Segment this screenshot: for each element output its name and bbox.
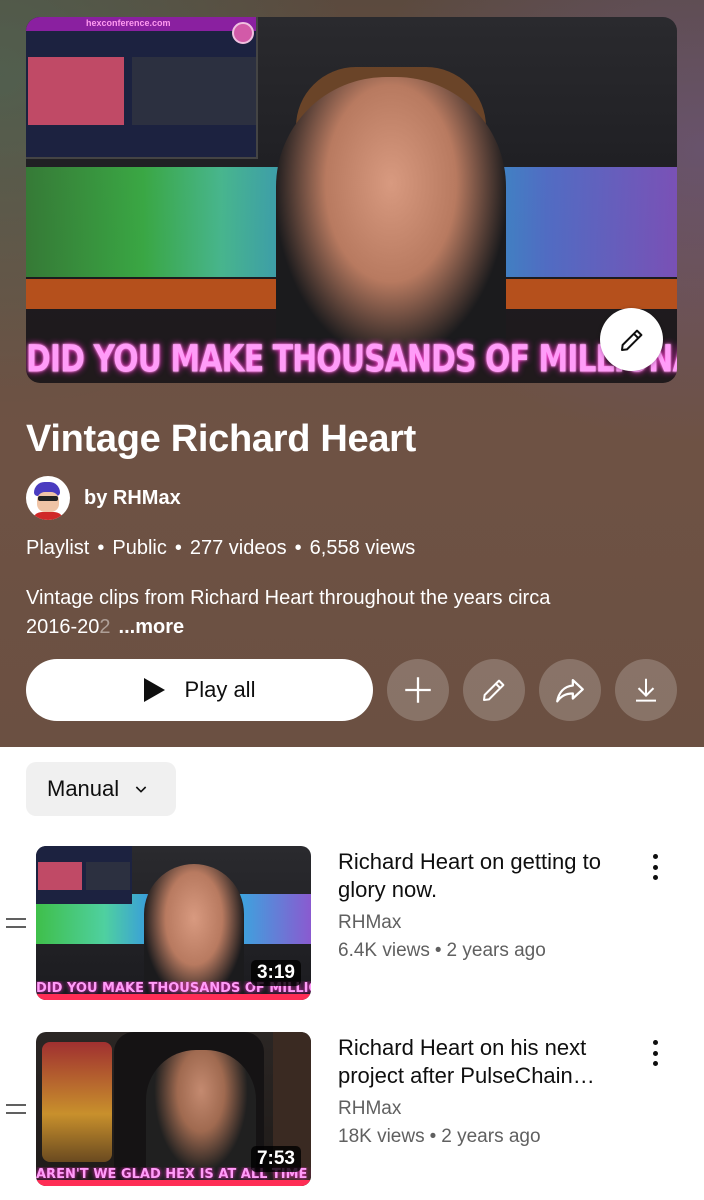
video-stats: 6.4K views • 2 years ago [338, 940, 546, 961]
edit-thumbnail-button[interactable] [600, 308, 663, 371]
hero-person [276, 77, 506, 357]
video-age: 2 years ago [441, 1126, 541, 1147]
drag-handle-icon[interactable] [6, 918, 26, 928]
video-age: 2 years ago [446, 940, 546, 961]
playlist-header: hexconference.com DID YOU MAKE THOUSANDS… [0, 0, 704, 747]
play-all-label: Play all [184, 677, 256, 702]
plus-icon [405, 677, 431, 703]
pencil-icon [620, 329, 642, 351]
hero-site-text: hexconference.com [86, 18, 171, 28]
duration-badge: 7:53 [250, 1146, 301, 1172]
video-channel: RHMax [338, 1098, 402, 1119]
download-button[interactable] [615, 659, 677, 721]
drag-handle-icon[interactable] [6, 1104, 26, 1114]
hero-inset-person-left [28, 57, 124, 125]
playlist-thumbnail[interactable]: hexconference.com DID YOU MAKE THOUSANDS… [26, 17, 677, 383]
add-to-button[interactable] [387, 659, 449, 721]
list-item[interactable]: DID YOU MAKE THOUSANDS OF MILLIONAIRES? … [0, 846, 704, 1006]
playlist-title: Vintage Richard Heart [26, 418, 417, 460]
download-icon [636, 678, 656, 702]
playlist-owner[interactable]: by RHMax [26, 476, 181, 520]
playlist-description[interactable]: Vintage clips from Richard Heart through… [26, 584, 626, 642]
video-title-text: Richard Heart on his next project after … [338, 1035, 595, 1088]
edit-playlist-button[interactable] [463, 659, 525, 721]
owner-name[interactable]: by RHMax [84, 487, 181, 510]
chevron-down-icon [135, 786, 147, 793]
video-count: 277 videos [189, 537, 287, 559]
playlist-type: Playlist [26, 537, 90, 559]
hero-caption: DID YOU MAKE THOUSANDS OF MILLIONAIRES? [26, 337, 677, 382]
play-icon [143, 678, 165, 702]
sort-dropdown[interactable]: Manual [26, 762, 176, 816]
hero-inset-video: hexconference.com [26, 17, 258, 159]
description-fade: 2 [99, 616, 111, 638]
playlist-meta: Playlist • Public • 277 videos • 6,558 views [26, 537, 416, 559]
duration-badge: 3:19 [250, 960, 301, 986]
share-button[interactable] [539, 659, 601, 721]
play-all-button[interactable]: Play all [26, 659, 373, 721]
avatar[interactable] [26, 476, 70, 520]
list-item[interactable]: AREN'T WE GLAD HEX IS AT ALL TIME HIGHS … [0, 1032, 704, 1192]
description-line-2: 2016-20 [26, 616, 100, 638]
video-channel: RHMax [338, 912, 402, 933]
video-thumbnail[interactable]: DID YOU MAKE THOUSANDS OF MILLIONAIRES? … [36, 846, 311, 1000]
video-stats: 18K views • 2 years ago [338, 1126, 541, 1147]
more-options-icon[interactable] [645, 854, 665, 880]
more-link[interactable]: ...more [119, 616, 185, 638]
watch-progress-bar [36, 994, 311, 1000]
hero-logo-icon [232, 22, 254, 44]
pencil-icon [483, 679, 505, 701]
sort-label: Manual [47, 776, 120, 801]
watch-progress-bar [36, 1180, 311, 1186]
video-views: 6.4K views [338, 940, 430, 961]
playlist-visibility: Public [112, 537, 167, 559]
hero-inset-person-right [132, 57, 256, 125]
video-title[interactable]: Richard Heart on getting to glory now. [338, 848, 628, 904]
video-views: 18K views [338, 1126, 425, 1147]
more-options-icon[interactable] [645, 1040, 665, 1066]
view-count: 6,558 views [309, 537, 416, 559]
description-line-1: Vintage clips from Richard Heart through… [26, 587, 551, 609]
video-title[interactable]: Richard Heart on his next project after … [338, 1034, 628, 1090]
share-icon [556, 678, 584, 703]
video-thumbnail[interactable]: AREN'T WE GLAD HEX IS AT ALL TIME HIGHS … [36, 1032, 311, 1186]
